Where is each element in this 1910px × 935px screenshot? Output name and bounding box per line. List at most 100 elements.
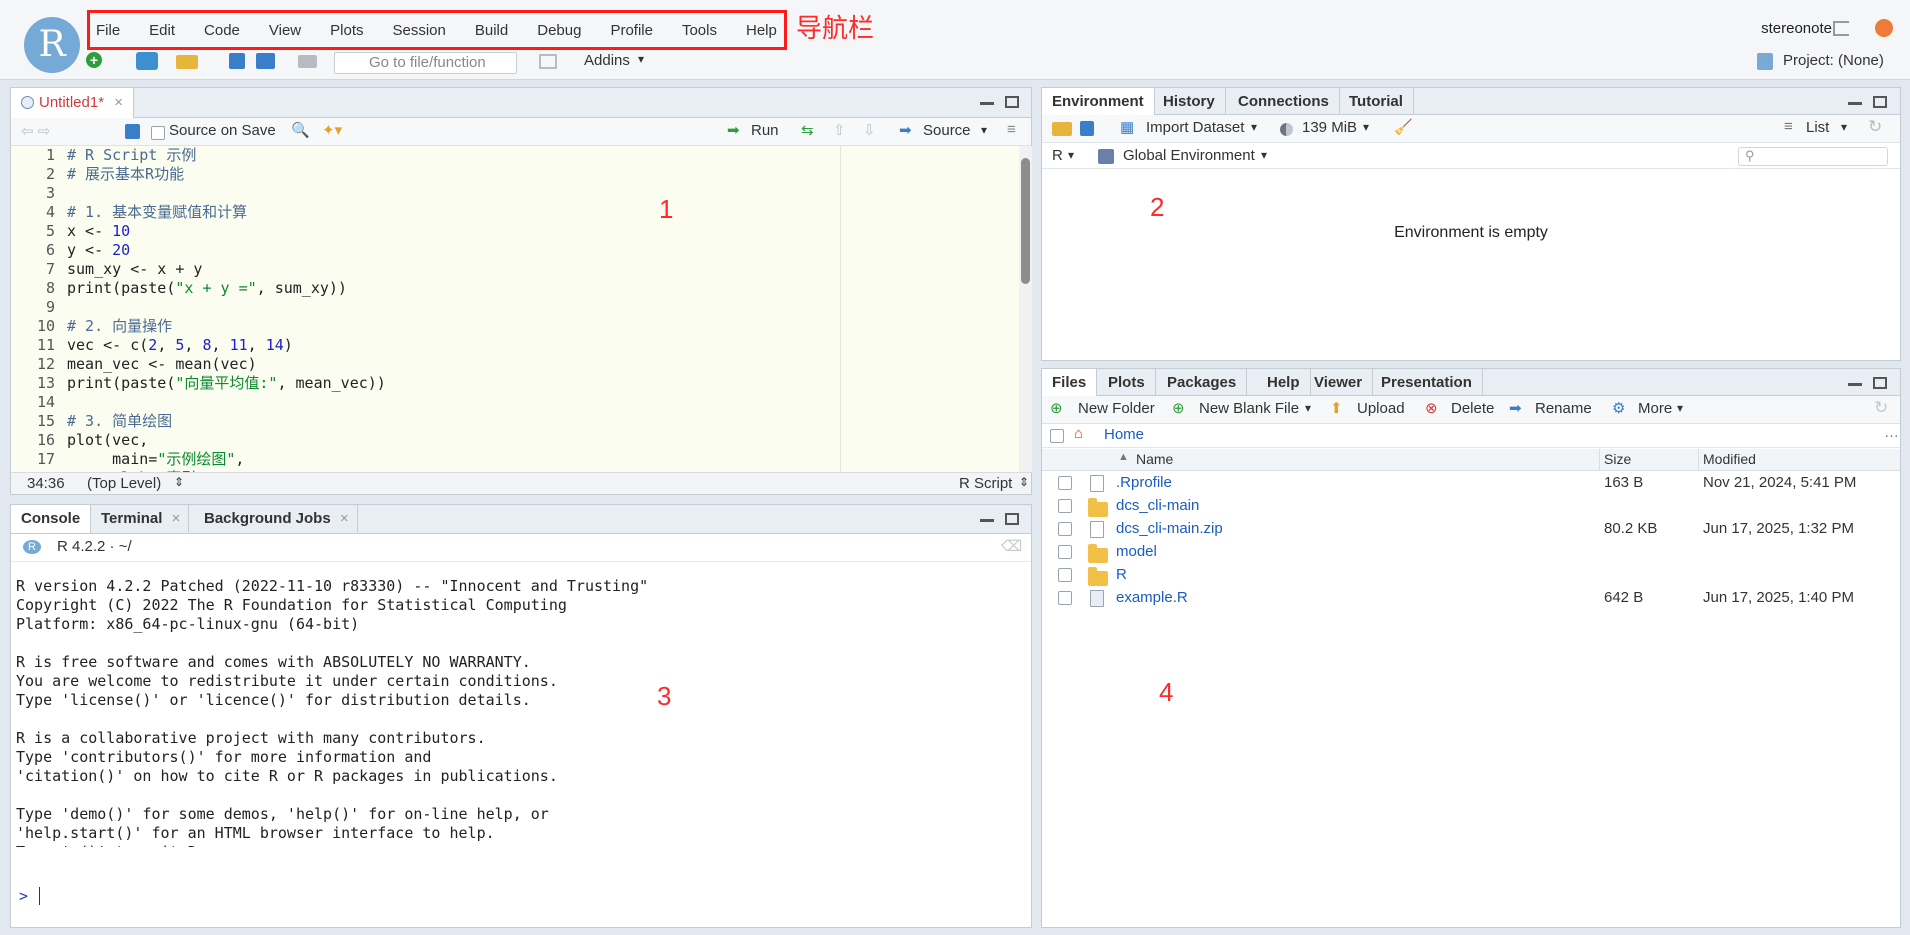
code-area[interactable]: # R Script 示例 # 展示基本R功能 # 1. 基本变量赋值和计算 x <-… bbox=[63, 146, 1019, 472]
console-output[interactable]: R version 4.2.2 Patched (2022-11-10 r833… bbox=[16, 577, 1026, 847]
file-row[interactable]: dcs_cli-main bbox=[1042, 495, 1900, 518]
code-line[interactable]: x <- 10 bbox=[67, 222, 1019, 241]
close-icon[interactable]: × bbox=[340, 505, 349, 532]
file-name-link[interactable]: example.R bbox=[1116, 589, 1188, 606]
import-dataset-button[interactable]: Import Dataset bbox=[1146, 119, 1244, 136]
menu-plots[interactable]: Plots bbox=[330, 22, 363, 39]
menu-file[interactable]: File bbox=[96, 22, 120, 39]
delete-button[interactable]: Delete bbox=[1451, 400, 1494, 417]
project-menu[interactable]: Project: (None) bbox=[1783, 52, 1884, 69]
source-button[interactable]: Source bbox=[923, 122, 971, 139]
outline-icon[interactable]: ≡ bbox=[1007, 121, 1016, 138]
search-icon[interactable]: 🔍 bbox=[291, 121, 310, 139]
code-line[interactable]: print(paste("向量平均值:", mean_vec)) bbox=[67, 374, 1019, 393]
code-line[interactable]: main="示例绘图", bbox=[67, 450, 1019, 469]
rename-button[interactable]: Rename bbox=[1535, 400, 1592, 417]
file-checkbox[interactable] bbox=[1058, 522, 1072, 536]
minimize-icon[interactable] bbox=[1848, 383, 1862, 386]
column-size[interactable]: Size bbox=[1604, 451, 1631, 467]
code-line[interactable]: vec <- c(2, 5, 8, 11, 14) bbox=[67, 336, 1019, 355]
broom-icon[interactable]: ⌫ bbox=[1001, 537, 1022, 555]
back-arrow-icon[interactable]: ⇦ ⇨ bbox=[21, 122, 50, 140]
code-line[interactable]: # 展示基本R功能 bbox=[67, 165, 1019, 184]
save-all-icon[interactable] bbox=[256, 53, 275, 69]
tab-files[interactable]: Files bbox=[1042, 369, 1098, 397]
menu-edit[interactable]: Edit bbox=[149, 22, 175, 39]
refresh-icon[interactable]: ↻ bbox=[1874, 398, 1888, 418]
source-on-save-checkbox[interactable] bbox=[151, 126, 165, 140]
language-selector[interactable]: R bbox=[1052, 147, 1063, 164]
minimize-icon[interactable] bbox=[1848, 102, 1862, 105]
tab-background-jobs[interactable]: Background Jobs × bbox=[194, 505, 358, 532]
file-checkbox[interactable] bbox=[1058, 476, 1072, 490]
menu-session[interactable]: Session bbox=[393, 22, 446, 39]
menu-debug[interactable]: Debug bbox=[537, 22, 581, 39]
file-row[interactable]: .Rprofile 163 B Nov 21, 2024, 5:41 PM bbox=[1042, 472, 1900, 495]
view-mode-selector[interactable]: List bbox=[1806, 119, 1829, 136]
minimize-icon[interactable] bbox=[980, 519, 994, 522]
tab-history[interactable]: History bbox=[1153, 88, 1226, 115]
refresh-icon[interactable]: ↻ bbox=[1868, 117, 1882, 137]
file-name-link[interactable]: model bbox=[1116, 543, 1157, 560]
select-all-checkbox[interactable] bbox=[1050, 429, 1064, 443]
code-line[interactable] bbox=[67, 184, 1019, 203]
tab-viewer[interactable]: Viewer bbox=[1304, 369, 1374, 396]
environment-search-input[interactable]: ⚲ bbox=[1738, 147, 1888, 166]
addins-menu[interactable]: Addins bbox=[584, 52, 630, 69]
menu-build[interactable]: Build bbox=[475, 22, 508, 39]
file-checkbox[interactable] bbox=[1058, 499, 1072, 513]
scroll-thumb[interactable] bbox=[1021, 158, 1030, 284]
save-icon[interactable] bbox=[125, 124, 140, 139]
source-caret[interactable]: ▾ bbox=[981, 123, 987, 137]
run-button[interactable]: Run bbox=[751, 122, 779, 139]
file-checkbox[interactable] bbox=[1058, 568, 1072, 582]
tab-terminal[interactable]: Terminal × bbox=[91, 505, 190, 532]
file-name-link[interactable]: .Rprofile bbox=[1116, 474, 1172, 491]
menu-profile[interactable]: Profile bbox=[610, 22, 653, 39]
power-icon[interactable] bbox=[1875, 19, 1893, 37]
rerun-icon[interactable]: ⇆ bbox=[801, 121, 814, 139]
code-line[interactable] bbox=[67, 393, 1019, 412]
file-row[interactable]: dcs_cli-main.zip 80.2 KB Jun 17, 2025, 1:3… bbox=[1042, 518, 1900, 541]
code-line[interactable]: plot(vec, bbox=[67, 431, 1019, 450]
tab-environment[interactable]: Environment bbox=[1042, 88, 1155, 116]
file-row[interactable]: R bbox=[1042, 564, 1900, 587]
broom-icon[interactable]: 🧹 bbox=[1394, 118, 1413, 136]
tab-help[interactable]: Help bbox=[1257, 369, 1311, 396]
new-blank-file-button[interactable]: New Blank File bbox=[1199, 400, 1299, 417]
file-row[interactable]: model bbox=[1042, 541, 1900, 564]
code-line[interactable]: print(paste("x + y =", sum_xy)) bbox=[67, 279, 1019, 298]
file-row[interactable]: example.R 642 B Jun 17, 2025, 1:40 PM bbox=[1042, 587, 1900, 610]
file-checkbox[interactable] bbox=[1058, 591, 1072, 605]
file-checkbox[interactable] bbox=[1058, 545, 1072, 559]
maximize-icon[interactable] bbox=[1005, 96, 1019, 108]
editor-scrollbar[interactable] bbox=[1019, 146, 1032, 472]
down-icon[interactable]: ⇩ bbox=[863, 121, 876, 139]
code-line[interactable]: mean_vec <- mean(vec) bbox=[67, 355, 1019, 374]
column-modified[interactable]: Modified bbox=[1703, 451, 1756, 467]
goto-file-input[interactable]: Go to file/function bbox=[334, 52, 517, 74]
menu-view[interactable]: View bbox=[269, 22, 301, 39]
tab-presentation[interactable]: Presentation bbox=[1371, 369, 1483, 396]
print-icon[interactable] bbox=[298, 55, 317, 68]
code-line[interactable]: # 3. 简单绘图 bbox=[67, 412, 1019, 431]
new-folder-button[interactable]: New Folder bbox=[1078, 400, 1155, 417]
path-overflow-icon[interactable]: … bbox=[1884, 424, 1899, 441]
new-project-icon[interactable] bbox=[136, 52, 158, 70]
menu-tools[interactable]: Tools bbox=[682, 22, 717, 39]
more-button[interactable]: More bbox=[1638, 400, 1672, 417]
memory-usage[interactable]: 139 MiB bbox=[1302, 119, 1357, 136]
upload-button[interactable]: Upload bbox=[1357, 400, 1405, 417]
file-name-link[interactable]: dcs_cli-main bbox=[1116, 497, 1199, 514]
close-icon[interactable]: × bbox=[114, 94, 123, 111]
code-line[interactable]: # R Script 示例 bbox=[67, 146, 1019, 165]
menu-code[interactable]: Code bbox=[204, 22, 240, 39]
close-icon[interactable]: × bbox=[172, 505, 181, 532]
scope-selector[interactable]: (Top Level) bbox=[87, 475, 161, 492]
code-line[interactable]: sum_xy <- x + y bbox=[67, 260, 1019, 279]
minimize-icon[interactable] bbox=[980, 102, 994, 105]
maximize-icon[interactable] bbox=[1005, 513, 1019, 525]
environment-scope-selector[interactable]: Global Environment bbox=[1123, 147, 1255, 164]
home-link[interactable]: Home bbox=[1104, 426, 1144, 443]
file-name-link[interactable]: R bbox=[1116, 566, 1127, 583]
